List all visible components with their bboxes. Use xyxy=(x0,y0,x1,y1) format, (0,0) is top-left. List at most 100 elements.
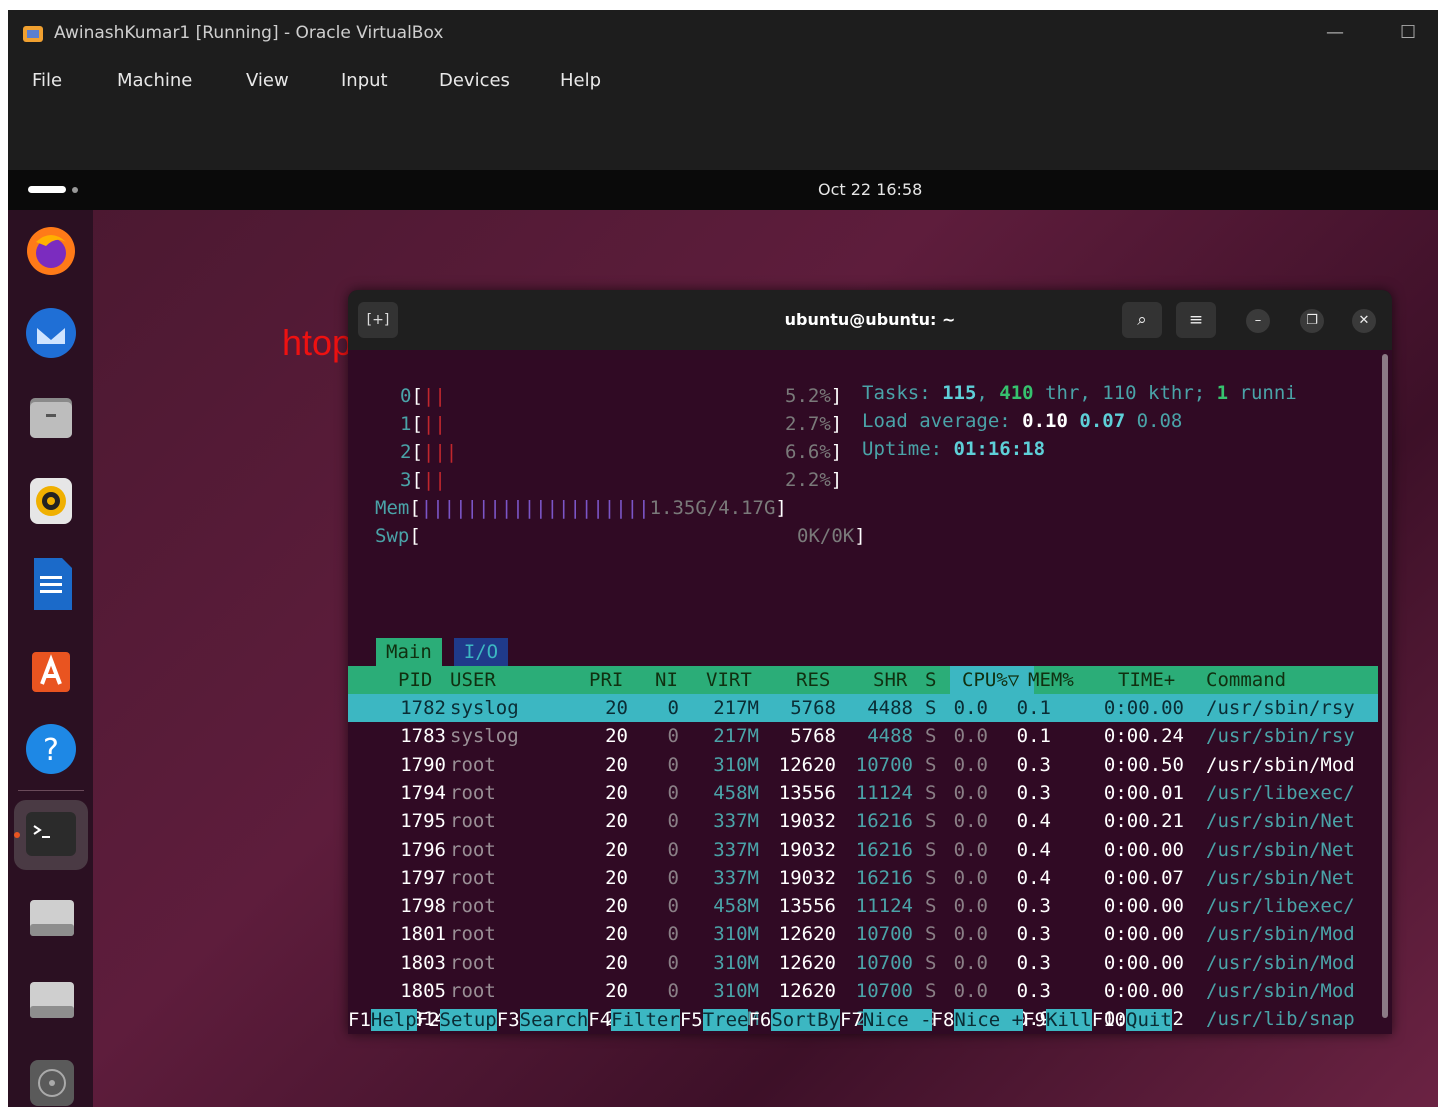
process-cell: 0:00.24 xyxy=(1103,725,1184,748)
process-cell: syslog xyxy=(450,725,519,748)
menu-icon[interactable]: ≡ xyxy=(1176,302,1216,338)
process-cell: 310M xyxy=(713,951,759,974)
drive-icon[interactable] xyxy=(20,968,82,1030)
process-cell: 0:00.01 xyxy=(1103,781,1184,804)
writer-icon[interactable] xyxy=(20,552,82,614)
tab-main[interactable]: Main xyxy=(376,638,442,666)
process-cell: 12620 xyxy=(778,980,836,1002)
maximize-button[interactable]: ☐ xyxy=(1400,22,1416,43)
process-cell: 0.3 xyxy=(1016,923,1051,946)
process-row[interactable]: 1782 syslog 20 0 217M 5768 4488 S 0.0 0.1 0:00.00 /… xyxy=(348,694,1378,722)
search-icon[interactable]: ⌕ xyxy=(1122,302,1162,338)
process-cell: 310M xyxy=(713,753,759,776)
function-key-f4[interactable]: F4Filter xyxy=(588,1006,680,1034)
process-cell: /usr/sbin/Net xyxy=(1206,810,1355,833)
terminal-window[interactable]: [+] ubuntu@ubuntu: ~ ⌕ ≡ – ❐ ✕ 0[|| 5.2%… xyxy=(348,290,1392,1034)
process-cell: 13556 xyxy=(778,781,836,804)
terminal-icon[interactable] xyxy=(14,800,88,870)
process-row[interactable]: 1794 root 20 0 458M 13556 11124 S 0.0 0.3 0:00.01 /… xyxy=(348,779,1378,807)
htop-tabs: Main I/O xyxy=(376,638,509,666)
process-cell: S xyxy=(925,810,937,833)
function-key-f6[interactable]: F6SortBy xyxy=(748,1006,840,1034)
tab-io[interactable]: I/O xyxy=(453,638,509,666)
menu-machine[interactable]: Machine xyxy=(117,70,192,91)
function-key-code: F1 xyxy=(348,1009,371,1031)
menu-input[interactable]: Input xyxy=(341,70,388,91)
function-key-f2[interactable]: F2Setup xyxy=(417,1006,497,1034)
files-icon[interactable] xyxy=(20,386,82,448)
process-cell: 0.0 xyxy=(953,951,988,974)
process-cell: 10700 xyxy=(855,923,913,946)
minimize-button[interactable]: — xyxy=(1326,22,1344,43)
process-cell: 0:00.00 xyxy=(1103,951,1184,974)
menu-file[interactable]: File xyxy=(32,70,62,91)
process-cell: 10700 xyxy=(855,753,913,776)
close-icon[interactable]: ✕ xyxy=(1352,309,1376,333)
workspace-indicator[interactable] xyxy=(28,186,66,193)
process-cell: root xyxy=(450,753,496,776)
process-cell: S xyxy=(925,838,937,861)
process-cell: root xyxy=(450,838,496,861)
disc-icon[interactable] xyxy=(20,1052,82,1107)
function-key-f5[interactable]: F5Tree xyxy=(680,1006,749,1034)
minimize-icon[interactable]: – xyxy=(1246,309,1270,333)
process-cell: 10700 xyxy=(855,951,913,974)
terminal-scrollbar[interactable] xyxy=(1382,354,1388,1018)
function-key-f10[interactable]: F10Quit xyxy=(1092,1006,1172,1034)
process-cell: /usr/sbin/rsy xyxy=(1206,697,1355,719)
maximize-icon[interactable]: ❐ xyxy=(1300,309,1324,333)
process-row[interactable]: 1790 root 20 0 310M 12620 10700 S 0.0 0.3 0:00.50 /… xyxy=(348,751,1378,779)
menu-view[interactable]: View xyxy=(246,70,289,91)
process-cell: 16216 xyxy=(855,866,913,889)
process-cell: 0.0 xyxy=(953,697,988,719)
help-icon[interactable]: ? xyxy=(20,718,82,780)
clock[interactable]: Oct 22 16:58 xyxy=(818,180,922,199)
thunderbird-icon[interactable] xyxy=(20,302,82,364)
function-key-f1[interactable]: F1Help xyxy=(348,1006,417,1034)
process-cell: /usr/sbin/rsy xyxy=(1206,725,1355,748)
process-row[interactable]: 1805 root 20 0 310M 12620 10700 S 0.0 0.3 0:00.00 /… xyxy=(348,977,1378,1005)
process-cell: 20 xyxy=(605,923,628,946)
process-table-header: PID USER PRI NI VIRT RES SHR S CPU%▽ MEM… xyxy=(348,666,1378,694)
vbox-titlebar: AwinashKumar1 [Running] - Oracle Virtual… xyxy=(8,10,1438,60)
function-key-f8[interactable]: F8Nice + xyxy=(932,1006,1024,1034)
process-row[interactable]: 1801 root 20 0 310M 12620 10700 S 0.0 0.3 0:00.00 /… xyxy=(348,920,1378,948)
menu-help[interactable]: Help xyxy=(560,70,601,91)
htop-screen: 0[|| 5.2%] 1[|| 2.7%] 2[||| 6.6%] 3[|| 2… xyxy=(348,350,1378,1034)
process-row[interactable]: 1796 root 20 0 337M 19032 16216 S 0.0 0.4 0:00.00 /… xyxy=(348,836,1378,864)
process-cell: 458M xyxy=(713,781,759,804)
process-cell: 337M xyxy=(713,866,759,889)
menu-devices[interactable]: Devices xyxy=(439,70,510,91)
process-cell: 1801 xyxy=(400,923,446,946)
process-cell: 0.4 xyxy=(1016,810,1051,833)
process-row[interactable]: 1783 syslog 20 0 217M 5768 4488 S 0.0 0.1 0:00.24 /… xyxy=(348,722,1378,750)
function-key-f7[interactable]: F7Nice - xyxy=(840,1006,932,1034)
terminal-title: ubuntu@ubuntu: ~ xyxy=(784,310,956,329)
process-cell: 0 xyxy=(667,923,679,946)
process-cell: 19032 xyxy=(778,866,836,889)
process-cell: 0:00.00 xyxy=(1103,980,1184,1002)
process-cell: 4488 xyxy=(867,725,913,748)
workspace-dot[interactable] xyxy=(72,187,78,193)
process-row[interactable]: 1797 root 20 0 337M 19032 16216 S 0.0 0.4 0:00.07 /… xyxy=(348,864,1378,892)
process-cell: 20 xyxy=(605,810,628,833)
app-center-icon[interactable] xyxy=(20,636,82,698)
process-row[interactable]: 1795 root 20 0 337M 19032 16216 S 0.0 0.4 0:00.21 /… xyxy=(348,807,1378,835)
process-row[interactable]: 1803 root 20 0 310M 12620 10700 S 0.0 0.3 0:00.00 /… xyxy=(348,949,1378,977)
process-cell: 0:00.21 xyxy=(1103,810,1184,833)
process-cell: 0 xyxy=(667,980,679,1002)
process-cell: 1783 xyxy=(400,725,446,748)
drive-icon[interactable] xyxy=(20,886,82,948)
firefox-icon[interactable] xyxy=(20,220,82,282)
function-key-f3[interactable]: F3Search xyxy=(497,1006,589,1034)
process-cell: 0.3 xyxy=(1016,753,1051,776)
function-key-f9[interactable]: F9Kill xyxy=(1023,1006,1092,1034)
process-cell: 0.3 xyxy=(1016,781,1051,804)
function-key-code: F8 xyxy=(931,1009,955,1031)
process-cell: 16216 xyxy=(855,838,913,861)
process-row[interactable]: 1798 root 20 0 458M 13556 11124 S 0.0 0.3 0:00.00 /… xyxy=(348,892,1378,920)
process-cell: 0 xyxy=(667,753,679,776)
virtualbox-icon xyxy=(23,26,43,42)
process-cell: 0.0 xyxy=(953,753,988,776)
rhythmbox-icon[interactable] xyxy=(20,470,82,532)
